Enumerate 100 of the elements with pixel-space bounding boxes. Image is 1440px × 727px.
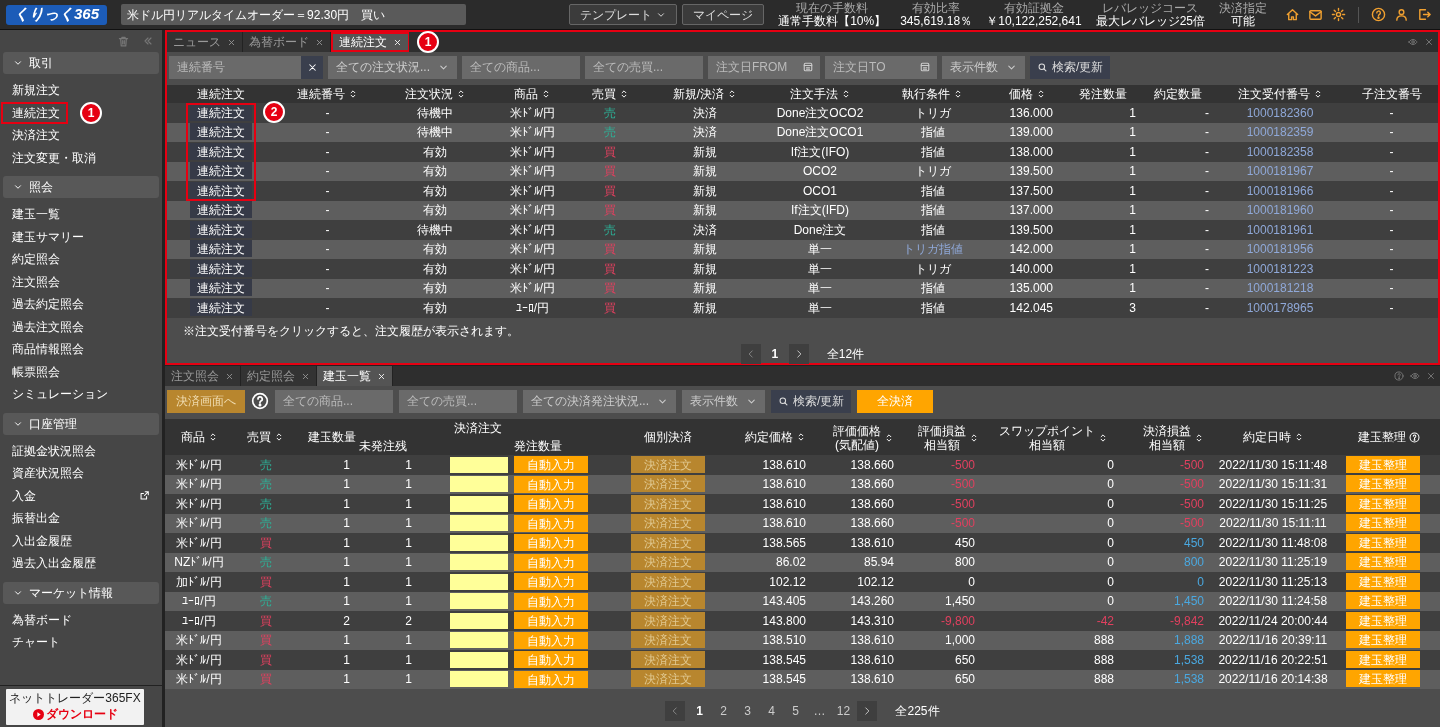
page-button[interactable]: … (809, 701, 830, 721)
sidebar-item[interactable]: 入金 (1, 484, 158, 507)
chain-order-button[interactable]: 連続注文 (190, 259, 252, 277)
chain-order-button[interactable]: 連続注文 (190, 220, 252, 238)
column-header[interactable]: 注文状況 (404, 87, 453, 101)
filter-dropdown[interactable]: 表示件数 (942, 55, 1025, 79)
order-number-link[interactable]: 1000181961 (1215, 220, 1345, 240)
logo[interactable]: くりっく365 (6, 4, 108, 25)
chain-order-button[interactable]: 連続注文 (190, 181, 252, 199)
column-header[interactable]: 商品 (514, 87, 538, 101)
chain-order-button[interactable]: 連続注文 (190, 201, 252, 219)
search-button[interactable]: 検索/更新 (771, 389, 852, 413)
filter-dropdown[interactable]: 全ての決済発注状況... (523, 389, 676, 413)
column-header[interactable]: スワップポイント (999, 424, 1095, 438)
column-header[interactable]: 決済損益 (1143, 424, 1191, 438)
column-header[interactable]: 売買 (247, 430, 271, 444)
sidebar-item[interactable]: 連続注文 (1, 101, 68, 124)
column-header[interactable]: 商品 (180, 430, 205, 444)
sidebar-item[interactable]: 決済注文 (1, 124, 68, 147)
tab[interactable]: 約定照会 (241, 366, 317, 386)
page-button[interactable]: 1 (764, 343, 785, 364)
quantity-field[interactable] (450, 495, 508, 512)
search-button[interactable]: 検索/更新 (1030, 55, 1111, 79)
quantity-field[interactable] (450, 534, 508, 551)
sidebar-item[interactable]: 過去入出金履歴 (1, 552, 104, 575)
quantity-field[interactable] (450, 515, 508, 532)
filter-field[interactable]: 全ての売買... (585, 55, 703, 79)
tab[interactable]: ニュース (167, 32, 243, 52)
order-number-link[interactable]: 1000178965 (1215, 298, 1345, 318)
sidebar-item[interactable]: 新規注文 (1, 79, 68, 102)
tab[interactable]: 注文照会 (165, 366, 241, 386)
chain-order-button[interactable]: 連続注文 (190, 279, 252, 297)
sidebar-item[interactable]: 帳票照会 (1, 360, 68, 383)
template-dropdown[interactable]: テンプレート (569, 4, 678, 25)
tab[interactable]: 建玉一覧 (317, 366, 393, 386)
sidebar-item[interactable]: 証拠金状況照会 (1, 439, 104, 462)
sidebar-section-header[interactable]: 口座管理 (3, 412, 159, 435)
clear-button[interactable] (301, 55, 323, 79)
quantity-field[interactable] (450, 573, 508, 590)
tab[interactable]: 連続注文 (331, 32, 409, 52)
filter-dropdown[interactable]: 全ての注文状況... (328, 55, 457, 79)
page-button[interactable]: 5 (785, 701, 806, 721)
column-header[interactable]: 評価価格 (833, 424, 881, 438)
sidebar-item[interactable]: 注文照会 (1, 270, 68, 293)
sidebar-section-header[interactable]: マーケット情報 (3, 581, 159, 604)
chain-order-button[interactable]: 連続注文 (190, 240, 252, 258)
filter-dropdown[interactable]: 表示件数 (682, 389, 765, 413)
column-header[interactable]: 約定価格 (745, 430, 793, 444)
chain-order-button[interactable]: 連続注文 (190, 123, 252, 141)
tab[interactable]: 為替ボード (243, 32, 331, 52)
filter-field[interactable]: 全ての売買... (399, 389, 517, 413)
column-header[interactable]: 新規/決済 (672, 87, 725, 101)
sidebar-item[interactable]: 為替ボード (1, 608, 80, 631)
sidebar-item[interactable]: 過去約定照会 (1, 293, 92, 316)
chain-order-button[interactable]: 連続注文 (190, 162, 252, 180)
page-button[interactable]: 4 (761, 701, 782, 721)
sidebar-item[interactable]: 注文変更・取消 (1, 146, 104, 169)
sidebar-section-header[interactable]: 照会 (3, 176, 159, 198)
column-header[interactable]: 約定日時 (1242, 430, 1291, 444)
column-header[interactable]: 評価損益 (918, 424, 966, 438)
page-button[interactable]: 12 (833, 701, 854, 721)
quantity-field[interactable] (450, 554, 508, 571)
quantity-field[interactable] (450, 612, 508, 629)
download-banner[interactable]: ネットトレーダー365FX ダウンロード (6, 688, 144, 725)
quantity-field[interactable] (450, 593, 508, 610)
chain-order-button[interactable]: 連続注文 (190, 142, 252, 160)
order-number-link[interactable]: 1000181966 (1215, 181, 1345, 201)
page-button[interactable]: 1 (689, 701, 710, 721)
filter-field[interactable]: 全ての商品... (275, 389, 393, 413)
page-button[interactable]: 2 (713, 701, 734, 721)
date-field[interactable]: 注文日FROM (708, 55, 820, 79)
date-field[interactable]: 注文日TO (825, 55, 937, 79)
chain-order-button[interactable]: 連続注文 (190, 298, 252, 316)
sidebar-item[interactable]: 振替出金 (1, 507, 68, 530)
sidebar-item[interactable]: 過去注文照会 (1, 315, 92, 338)
quantity-field[interactable] (450, 651, 508, 668)
mypage-button[interactable]: マイページ (682, 4, 765, 25)
quantity-field[interactable] (450, 456, 508, 473)
sidebar-item[interactable]: 商品情報照会 (1, 338, 92, 361)
column-header[interactable]: 価格 (1009, 87, 1033, 101)
column-header[interactable]: 連続番号 (297, 87, 345, 101)
sidebar-item[interactable]: 建玉一覧 (1, 203, 68, 226)
quantity-field[interactable] (450, 632, 508, 649)
sidebar-item[interactable]: シミュレーション (1, 383, 116, 406)
search-number-field[interactable]: 連続番号 (169, 55, 301, 79)
column-header[interactable]: 注文受付番号 (1237, 87, 1310, 101)
quantity-field[interactable] (450, 476, 508, 493)
column-header[interactable]: 執行条件 (902, 87, 950, 101)
quantity-field[interactable] (450, 671, 508, 688)
sidebar-item[interactable]: 建玉サマリー (1, 225, 92, 248)
sidebar-item[interactable]: チャート (1, 631, 68, 654)
sidebar-section-header[interactable]: 取引 (3, 52, 159, 74)
sidebar-item[interactable]: 資産状況照会 (1, 462, 92, 485)
order-number-link[interactable]: 1000182360 (1215, 103, 1345, 123)
column-header[interactable]: 注文手法 (789, 87, 838, 101)
filter-field[interactable]: 全ての商品... (462, 55, 580, 79)
page-button[interactable]: 3 (737, 701, 758, 721)
order-number-link[interactable]: 1000181223 (1215, 259, 1345, 279)
column-header[interactable]: 売買 (591, 87, 616, 101)
sidebar-item[interactable]: 約定照会 (1, 248, 68, 271)
